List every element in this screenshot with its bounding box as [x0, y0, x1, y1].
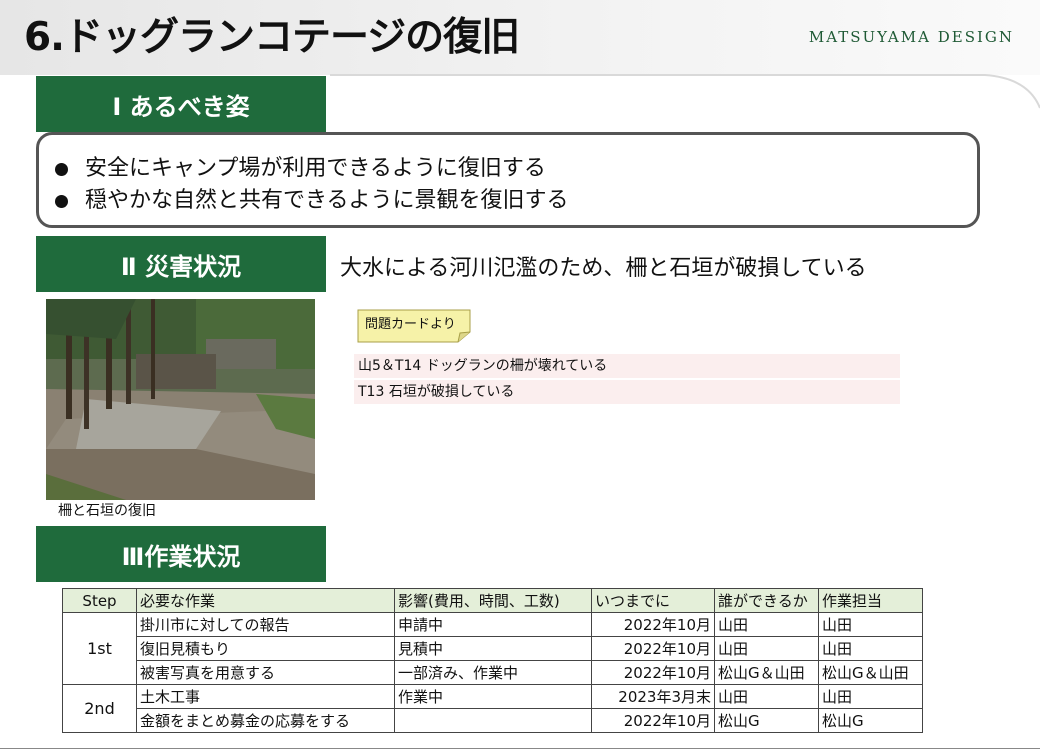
- brand-logo-text: MATSUYAMA DESIGN: [808, 28, 1014, 46]
- impact-cell: 一部済み、作業中: [394, 660, 592, 685]
- assignee-cell: 松山G: [818, 708, 923, 733]
- table-header-row: Step 必要な作業 影響(費用、時間、工数) いつまでに 誰ができるか 作業担…: [62, 588, 923, 613]
- task-cell: 金額をまとめ募金の応募をする: [136, 708, 395, 733]
- assignee-cell: 山田: [818, 636, 923, 661]
- bullet-dot-icon: [55, 194, 68, 208]
- problem-item: T13 石垣が破損している: [354, 380, 900, 404]
- section-heading-work-status: Ⅲ作業状況: [36, 526, 326, 582]
- deadline-cell: 2022年10月: [591, 612, 715, 637]
- column-header: いつまでに: [591, 588, 715, 613]
- task-cell: 掛川市に対しての報告: [136, 612, 395, 637]
- goal-item: 穏やかな自然と共有できるように景観を復旧する: [55, 185, 977, 217]
- assignee-cell: 松山G＆山田: [818, 660, 923, 685]
- step-cell: 1st: [62, 612, 137, 685]
- capable-cell: 山田: [714, 612, 819, 637]
- goal-list: 安全にキャンプ場が利用できるように復旧する 穏やかな自然と共有できるように景観を…: [39, 135, 977, 217]
- problem-card-label: 問題カードより: [365, 317, 456, 332]
- disaster-description: 大水による河川氾濫のため、柵と石垣が破損している: [340, 256, 867, 281]
- impact-cell: 作業中: [394, 684, 592, 709]
- work-status-table: Step 必要な作業 影響(費用、時間、工数) いつまでに 誰ができるか 作業担…: [62, 588, 923, 733]
- section-heading-ideal: Ⅰ あるべき姿: [36, 76, 326, 132]
- table-row: 2nd 土木工事 作業中 2023年3月末 山田 山田: [62, 684, 923, 733]
- assignee-cell: 山田: [818, 684, 923, 709]
- section-heading-disaster: Ⅱ 災害状況: [36, 236, 326, 292]
- capable-cell: 山田: [714, 636, 819, 661]
- assignee-cell: 山田: [818, 612, 923, 637]
- problem-item: 山5＆T14 ドッグランの柵が壊れている: [354, 354, 900, 378]
- capable-cell: 山田: [714, 684, 819, 709]
- task-cell: 土木工事: [136, 684, 395, 709]
- task-cell: 被害写真を用意する: [136, 660, 395, 685]
- goal-text: 安全にキャンプ場が利用できるように復旧する: [85, 156, 546, 181]
- column-header: 誰ができるか: [714, 588, 819, 613]
- impact-cell: 申請中: [394, 612, 592, 637]
- deadline-cell: 2022年10月: [591, 660, 715, 685]
- table-row: 復旧見積もり 見積中 2022年10月 山田 山田: [63, 636, 923, 661]
- goal-box: 安全にキャンプ場が利用できるように復旧する 穏やかな自然と共有できるように景観を…: [36, 132, 980, 228]
- capable-cell: 松山G＆山田: [714, 660, 819, 685]
- column-header: 必要な作業: [136, 588, 395, 613]
- column-header: 影響(費用、時間、工数): [394, 588, 592, 613]
- goal-item: 安全にキャンプ場が利用できるように復旧する: [55, 153, 977, 185]
- deadline-cell: 2023年3月末: [591, 684, 715, 709]
- impact-cell: 見積中: [394, 636, 592, 661]
- column-header: Step: [62, 588, 137, 613]
- table-row: 金額をまとめ募金の応募をする 2022年10月 松山G 松山G: [63, 708, 923, 733]
- task-cell: 復旧見積もり: [136, 636, 395, 661]
- capable-cell: 松山G: [714, 708, 819, 733]
- step-cell: 2nd: [62, 684, 137, 733]
- column-header: 作業担当: [818, 588, 923, 613]
- table-row: 被害写真を用意する 一部済み、作業中 2022年10月 松山G＆山田 松山G＆山…: [63, 660, 923, 685]
- footer-divider: [0, 748, 1040, 749]
- table-row: 1st 掛川市に対しての報告 申請中 2022年10月 山田 山田: [62, 612, 923, 685]
- photo-caption: 柵と石垣の復旧: [58, 503, 156, 519]
- deadline-cell: 2022年10月: [591, 708, 715, 733]
- bullet-dot-icon: [55, 162, 68, 176]
- impact-cell: [394, 708, 592, 733]
- page-title: 6.ドッグランコテージの復旧: [24, 15, 520, 60]
- goal-text: 穏やかな自然と共有できるように景観を復旧する: [85, 188, 569, 213]
- damage-photo: [46, 299, 315, 500]
- deadline-cell: 2022年10月: [591, 636, 715, 661]
